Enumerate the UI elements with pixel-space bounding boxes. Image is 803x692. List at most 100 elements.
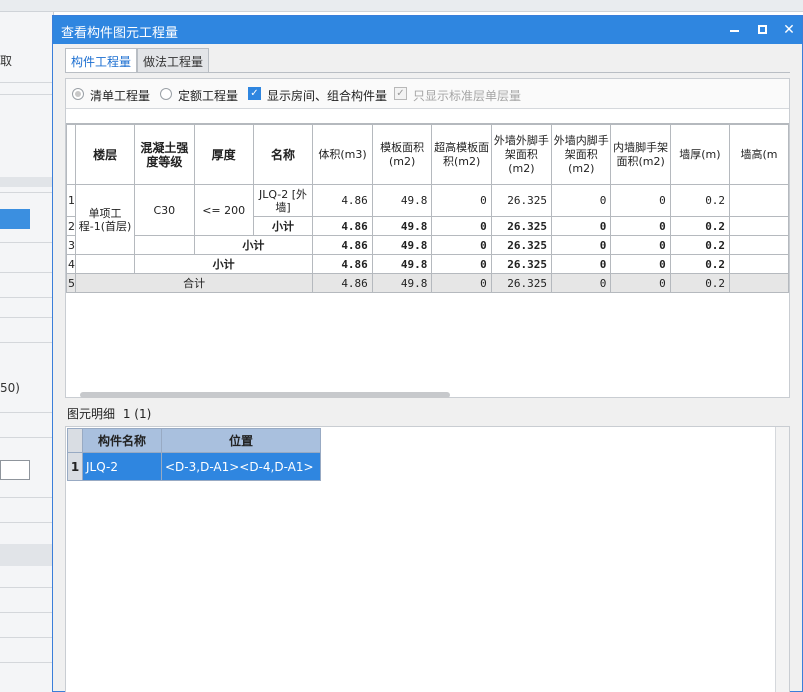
quota-qty-radio[interactable] xyxy=(160,88,172,100)
col-header-position[interactable]: 位置 xyxy=(161,428,321,453)
detail-table: 构件名称 位置 1 JLQ-2 <D-3,D-A1><D-4,D-A1> xyxy=(67,428,321,481)
ext-scaffold-cell[interactable]: 26.325 xyxy=(490,254,553,274)
bill-qty-label[interactable]: 清单工程量 xyxy=(90,87,150,104)
col-header-formwork[interactable]: 模板面积(m2) xyxy=(371,124,433,185)
col-header-component-name[interactable]: 构件名称 xyxy=(82,428,162,453)
thickness-cell[interactable]: <= 200 xyxy=(193,184,254,236)
wall-thickness-cell[interactable]: 0.2 xyxy=(669,216,731,236)
int-scaffold-cell[interactable]: 0 xyxy=(610,184,671,217)
quantity-grid[interactable]: 楼层 混凝土强度等级 厚度 名称 体积(m3) 模板面积(m2) 超高模板面积(… xyxy=(66,109,789,374)
col-header-wall-height[interactable]: 墙高(m xyxy=(729,124,789,185)
background-selected-row[interactable] xyxy=(0,209,30,229)
detail-title: 图元明细 xyxy=(67,407,116,421)
wall-height-cell[interactable] xyxy=(729,273,789,293)
background-divider xyxy=(0,242,53,243)
formwork-cell[interactable]: 49.8 xyxy=(371,235,433,255)
wall-height-cell[interactable] xyxy=(729,254,789,274)
int-scaffold-cell[interactable]: 0 xyxy=(610,254,671,274)
volume-cell[interactable]: 4.86 xyxy=(312,184,373,217)
component-name-cell[interactable]: JLQ-2 [外墙] xyxy=(252,184,314,217)
ext-scaffold-cell[interactable]: 26.325 xyxy=(490,235,553,255)
ext-scaffold-cell[interactable]: 26.325 xyxy=(490,184,553,217)
col-header-ext-inner-scaffold[interactable]: 外墙内脚手架面积(m2) xyxy=(551,124,612,185)
wall-thickness-cell[interactable]: 0.2 xyxy=(669,254,731,274)
position-cell[interactable]: <D-3,D-A1><D-4,D-A1> xyxy=(161,452,321,481)
high-formwork-cell[interactable]: 0 xyxy=(431,216,492,236)
quota-qty-label[interactable]: 定额工程量 xyxy=(178,87,238,104)
ext-scaffold-cell[interactable]: 26.325 xyxy=(490,273,553,293)
subtotal-label: 小计 xyxy=(193,235,314,255)
wall-thickness-cell[interactable]: 0.2 xyxy=(669,184,731,217)
row-number-header xyxy=(66,124,76,185)
background-label: 取 xyxy=(0,54,13,68)
total-row[interactable]: 5 合计 4.86 49.8 0 26.325 0 0 0.2 xyxy=(66,273,789,293)
formwork-cell[interactable]: 49.8 xyxy=(371,254,433,274)
horizontal-scrollbar[interactable] xyxy=(66,391,789,399)
total-label: 合计 xyxy=(74,273,314,293)
row-number: 1 xyxy=(67,452,83,481)
detail-row[interactable]: 1 JLQ-2 <D-3,D-A1><D-4,D-A1> xyxy=(67,452,321,481)
high-formwork-cell[interactable]: 0 xyxy=(431,184,492,217)
floor-cell[interactable]: 单项工程-1(首层) xyxy=(74,184,136,255)
col-header-floor[interactable]: 楼层 xyxy=(74,124,136,185)
tab-method-quantity[interactable]: 做法工程量 xyxy=(137,48,210,72)
scrollbar-thumb[interactable] xyxy=(80,392,450,398)
minimize-button[interactable] xyxy=(727,22,743,38)
col-header-ext-scaffold[interactable]: 外墙外脚手架面积(m2) xyxy=(490,124,553,185)
volume-cell[interactable]: 4.86 xyxy=(312,273,373,293)
maximize-button[interactable] xyxy=(755,22,771,38)
col-header-grade[interactable]: 混凝土强度等级 xyxy=(134,124,195,185)
col-header-int-scaffold[interactable]: 内墙脚手架面积(m2) xyxy=(610,124,671,185)
volume-cell[interactable]: 4.86 xyxy=(312,235,373,255)
ext-inner-scaffold-cell[interactable]: 0 xyxy=(551,273,612,293)
int-scaffold-cell[interactable]: 0 xyxy=(610,273,671,293)
volume-cell[interactable]: 4.86 xyxy=(312,254,373,274)
high-formwork-cell[interactable]: 0 xyxy=(431,254,492,274)
wall-thickness-cell[interactable]: 0.2 xyxy=(669,235,731,255)
wall-height-cell[interactable] xyxy=(729,184,789,217)
wall-height-cell[interactable] xyxy=(729,216,789,236)
formwork-cell[interactable]: 49.8 xyxy=(371,273,433,293)
floor-cell[interactable] xyxy=(74,254,136,274)
int-scaffold-cell[interactable]: 0 xyxy=(610,235,671,255)
table-row[interactable]: 3 小计 4.86 49.8 0 26.325 0 0 0.2 xyxy=(66,235,789,255)
col-header-wall-thickness[interactable]: 墙厚(m) xyxy=(669,124,731,185)
maximize-icon xyxy=(758,25,767,34)
tab-component-quantity[interactable]: 构件工程量 xyxy=(65,48,138,73)
detail-count: 1 (1) xyxy=(122,407,152,421)
col-header-thickness[interactable]: 厚度 xyxy=(193,124,254,185)
table-row[interactable]: 1 单项工程-1(首层) C30 <= 200 JLQ-2 [外墙] 4.86 … xyxy=(66,184,789,255)
ext-inner-scaffold-cell[interactable]: 0 xyxy=(551,184,612,217)
int-scaffold-cell[interactable]: 0 xyxy=(610,216,671,236)
bill-qty-radio[interactable] xyxy=(72,88,84,100)
background-input[interactable] xyxy=(0,460,30,480)
show-rooms-checkbox[interactable]: ✓ xyxy=(248,87,261,100)
background-divider xyxy=(0,192,53,193)
quantity-dialog: 查看构件图元工程量 ✕ 构件工程量 做法工程量 清单工程量 定额工程量 ✓ 显示… xyxy=(52,15,803,692)
table-row[interactable]: 4 小计 4.86 49.8 0 26.325 0 0 0.2 xyxy=(66,254,789,274)
dialog-titlebar[interactable]: 查看构件图元工程量 ✕ xyxy=(53,16,802,44)
ext-inner-scaffold-cell[interactable]: 0 xyxy=(551,235,612,255)
col-header-volume[interactable]: 体积(m3) xyxy=(312,124,373,185)
show-rooms-label[interactable]: 显示房间、组合构件量 xyxy=(267,87,387,104)
component-name-cell[interactable]: JLQ-2 xyxy=(82,452,162,481)
col-header-high-formwork[interactable]: 超高模板面积(m2) xyxy=(431,124,492,185)
grade-cell[interactable]: C30 xyxy=(134,184,195,236)
wall-height-cell[interactable] xyxy=(729,235,789,255)
row-number: 3 xyxy=(66,235,76,255)
ext-inner-scaffold-cell[interactable]: 0 xyxy=(551,254,612,274)
high-formwork-cell[interactable]: 0 xyxy=(431,273,492,293)
tab-divider xyxy=(65,72,790,73)
ext-inner-scaffold-cell[interactable]: 0 xyxy=(551,216,612,236)
volume-cell[interactable]: 4.86 xyxy=(312,216,373,236)
col-header-name[interactable]: 名称 xyxy=(252,124,314,185)
vertical-scrollbar[interactable] xyxy=(775,427,789,692)
ext-scaffold-cell[interactable]: 26.325 xyxy=(490,216,553,236)
close-button[interactable]: ✕ xyxy=(781,22,797,38)
formwork-cell[interactable]: 49.8 xyxy=(371,216,433,236)
formwork-cell[interactable]: 49.8 xyxy=(371,184,433,217)
grade-cell[interactable] xyxy=(134,235,195,255)
wall-thickness-cell[interactable]: 0.2 xyxy=(669,273,731,293)
high-formwork-cell[interactable]: 0 xyxy=(431,235,492,255)
std-floor-checkbox[interactable]: ✓ xyxy=(394,87,407,100)
